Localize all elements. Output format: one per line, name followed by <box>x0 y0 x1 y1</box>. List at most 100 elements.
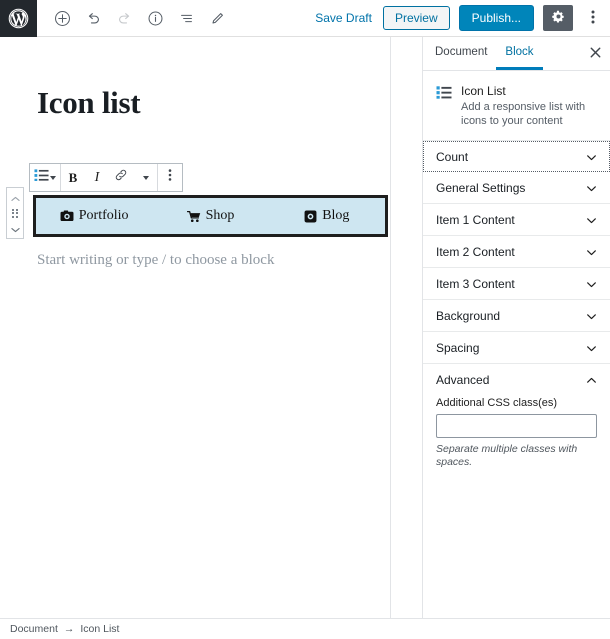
chevron-down-icon <box>586 342 597 353</box>
panel-item-1-content-title: Item 1 Content <box>436 212 515 227</box>
panel-general-settings-title: General Settings <box>436 180 526 195</box>
wordpress-logo-button[interactable] <box>0 0 37 37</box>
panel-item-2-content-title: Item 2 Content <box>436 244 515 259</box>
panel-item-3-content-header[interactable]: Item 3 Content <box>423 268 610 299</box>
panel-general-settings-header[interactable]: General Settings <box>423 172 610 203</box>
panel-advanced-header[interactable]: Advanced <box>423 364 610 395</box>
panel-spacing: Spacing <box>423 331 610 363</box>
bold-button[interactable]: B <box>61 164 85 191</box>
block-navigation-button[interactable] <box>172 4 200 32</box>
preview-button[interactable]: Preview <box>382 6 450 30</box>
block-type-group <box>30 164 61 191</box>
redo-button[interactable] <box>110 4 138 32</box>
panel-item-3-content-title: Item 3 Content <box>436 276 515 291</box>
panel-background-header[interactable]: Background <box>423 300 610 331</box>
panel-background-title: Background <box>436 308 501 323</box>
panel-item-1-content-header[interactable]: Item 1 Content <box>423 204 610 235</box>
chevron-down-icon <box>586 278 597 289</box>
post-editor-canvas[interactable]: Icon list B I Portfolio Shop Blog Start … <box>0 37 391 618</box>
edit-mode-button[interactable] <box>203 4 231 32</box>
add-block-button[interactable] <box>48 4 76 32</box>
tab-document[interactable]: Document <box>426 37 496 70</box>
chevron-down-icon <box>586 310 597 321</box>
panel-advanced: Advanced Additional CSS class(es) Separa… <box>423 363 610 483</box>
format-group: B I <box>61 164 158 191</box>
additional-css-label: Additional CSS class(es) <box>436 397 558 409</box>
undo-button[interactable] <box>79 4 107 32</box>
icon-list-icon <box>34 168 49 187</box>
panel-background: Background <box>423 299 610 331</box>
breadcrumb-current-block[interactable]: Icon List <box>80 623 119 635</box>
record-square-icon <box>304 210 317 223</box>
undo-arrow-icon <box>85 10 102 27</box>
icon-list-item-3-label: Blog <box>322 208 350 223</box>
panel-count-title: Count <box>436 149 469 164</box>
top-bar-tools <box>48 4 231 32</box>
paragraph-placeholder[interactable]: Start writing or type / to choose a bloc… <box>37 252 274 269</box>
close-icon <box>590 46 601 61</box>
settings-toggle-button[interactable] <box>543 5 573 31</box>
editor-top-bar: Save Draft Preview Publish... <box>0 0 610 37</box>
content-info-button[interactable] <box>141 4 169 32</box>
chevron-down-icon <box>586 214 597 225</box>
icon-list-item-1-label: Portfolio <box>78 208 129 223</box>
move-block-up-button[interactable] <box>7 191 23 204</box>
chevron-down-icon <box>10 221 20 236</box>
drag-handle-icon[interactable] <box>12 208 18 218</box>
pencil-icon <box>209 10 226 27</box>
info-circle-icon <box>147 10 164 27</box>
block-type-switcher-button[interactable] <box>30 164 60 191</box>
chevron-down-icon <box>586 246 597 257</box>
plus-circle-icon <box>54 10 71 27</box>
breadcrumb-separator-icon: → <box>63 623 75 635</box>
post-title[interactable]: Icon list <box>37 87 141 118</box>
list-view-icon <box>178 10 195 27</box>
wordpress-logo-icon <box>8 8 29 29</box>
chevron-up-icon <box>10 190 20 205</box>
publish-button[interactable]: Publish... <box>458 5 534 31</box>
chevron-up-icon <box>586 374 597 385</box>
chevron-down-icon <box>586 182 597 193</box>
chevron-down-icon <box>50 175 56 180</box>
italic-button[interactable]: I <box>85 164 109 191</box>
kebab-menu-icon <box>168 168 172 187</box>
additional-css-input[interactable] <box>436 414 597 438</box>
shopping-cart-icon <box>186 210 201 223</box>
icon-list-block[interactable]: Portfolio Shop Blog <box>33 195 388 237</box>
more-menu-button[interactable] <box>582 5 604 31</box>
redo-arrow-icon <box>116 10 133 27</box>
panel-advanced-body: Additional CSS class(es) Separate multip… <box>423 395 610 483</box>
tab-block[interactable]: Block <box>496 37 543 70</box>
save-draft-button[interactable]: Save Draft <box>313 7 374 29</box>
link-button[interactable] <box>109 164 133 191</box>
panel-count: Count <box>423 140 610 172</box>
panel-item-2-content: Item 2 Content <box>423 235 610 267</box>
more-formats-button[interactable] <box>133 164 157 191</box>
panel-item-2-content-header[interactable]: Item 2 Content <box>423 236 610 267</box>
chevron-down-icon <box>142 175 149 180</box>
block-card-text: Icon List Add a responsive list with ico… <box>461 84 599 128</box>
sidebar-tabs: Document Block <box>423 37 610 71</box>
panel-general-settings: General Settings <box>423 172 610 203</box>
icon-list-item-1[interactable]: Portfolio <box>36 208 152 224</box>
block-options-button[interactable] <box>158 164 182 191</box>
block-editor-app: Save Draft Preview Publish... Icon list … <box>0 0 610 639</box>
breadcrumb-document[interactable]: Document <box>10 623 58 635</box>
icon-list-item-2-label: Shop <box>205 208 235 223</box>
close-sidebar-button[interactable] <box>580 37 610 70</box>
breadcrumb: Document → Icon List <box>0 618 610 639</box>
editor-canvas-region: Icon list B I Portfolio Shop Blog Start … <box>0 37 422 618</box>
panel-item-1-content: Item 1 Content <box>423 203 610 235</box>
move-block-down-button[interactable] <box>7 222 23 235</box>
icon-list-icon <box>436 85 452 103</box>
panel-spacing-header[interactable]: Spacing <box>423 332 610 363</box>
panel-item-3-content: Item 3 Content <box>423 267 610 299</box>
panel-count-header[interactable]: Count <box>423 141 610 172</box>
icon-list-item-3[interactable]: Blog <box>269 208 385 224</box>
block-mover-control <box>6 187 24 239</box>
block-card-description: Add a responsive list with icons to your… <box>461 101 586 127</box>
icon-list-item-2[interactable]: Shop <box>152 208 268 224</box>
top-bar-actions: Save Draft Preview Publish... <box>313 5 610 31</box>
additional-css-help: Separate multiple classes with spaces. <box>436 443 578 468</box>
block-card-title: Icon List <box>461 84 506 98</box>
